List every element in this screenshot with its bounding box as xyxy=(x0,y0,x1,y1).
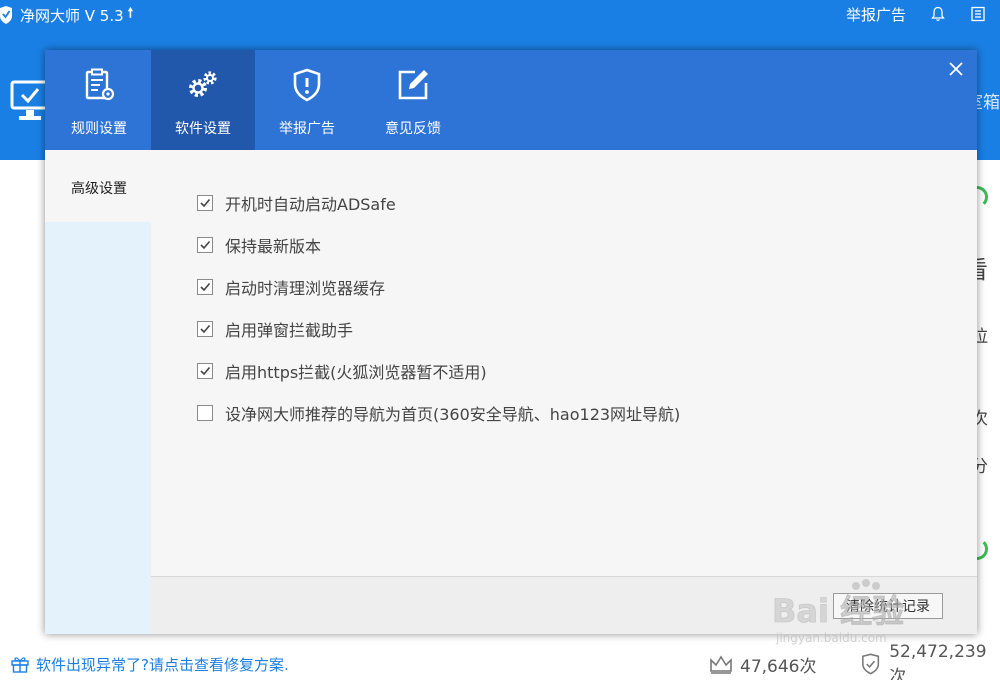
checkbox[interactable] xyxy=(197,237,213,253)
option-label: 启动时清理浏览器缓存 xyxy=(225,279,386,298)
gift-icon xyxy=(11,657,29,673)
option-popup-blocker[interactable]: 启用弹窗拦截助手 xyxy=(197,318,680,340)
repair-help-text: 软件出现异常了?请点击查看修复方案. xyxy=(36,655,289,674)
bell-icon[interactable] xyxy=(930,6,946,22)
clear-stats-button[interactable]: 清除统计记录 xyxy=(833,593,943,619)
stat-value-1: 47,646次 xyxy=(740,656,817,677)
shield-alert-icon xyxy=(293,68,321,102)
shield-check-icon xyxy=(862,653,880,675)
tab-software-settings[interactable]: 软件设置 xyxy=(151,50,255,150)
menu-list-icon[interactable] xyxy=(970,6,986,22)
stat-count-2: 52,472,239次 xyxy=(858,642,1000,680)
checkbox[interactable] xyxy=(197,405,213,421)
tab-label: 规则设置 xyxy=(71,121,127,137)
option-label: 开机时自动启动ADSafe xyxy=(225,195,396,214)
checkbox[interactable] xyxy=(197,195,213,211)
check-icon xyxy=(200,282,211,292)
settings-dialog: 规则设置 软件设置 举报广告 意见反馈 高级设置 开机时自动启动ADSafe 保… xyxy=(45,50,977,634)
gears-icon xyxy=(189,71,217,97)
option-homepage-nav[interactable]: 设净网大师推荐的导航为首页(360安全导航、hao123网址导航) xyxy=(197,402,680,424)
option-autostart[interactable]: 开机时自动启动ADSafe xyxy=(197,192,680,214)
checkbox[interactable] xyxy=(197,321,213,337)
update-arrow-icon[interactable]: 🠕 xyxy=(128,4,134,26)
checkbox[interactable] xyxy=(197,363,213,379)
option-label: 启用https拦截(火狐浏览器暂不适用) xyxy=(225,363,487,382)
report-ad-link[interactable]: 举报广告 xyxy=(846,4,906,25)
clipboard-gear-icon xyxy=(85,68,115,101)
options-list: 开机时自动启动ADSafe 保持最新版本 启动时清理浏览器缓存 启用弹窗拦截助手… xyxy=(197,192,680,444)
tab-report-ads[interactable]: 举报广告 xyxy=(255,50,359,150)
content-footer: 清除统计记录 xyxy=(151,576,977,634)
tab-label: 举报广告 xyxy=(279,121,335,137)
app-title-bar: 净网大师 V 5.3 🠕 xyxy=(0,4,133,26)
dialog-header: 规则设置 软件设置 举报广告 意见反馈 xyxy=(45,50,977,150)
check-icon xyxy=(200,366,211,376)
monitor-check-icon xyxy=(10,80,50,120)
close-icon[interactable] xyxy=(945,58,967,80)
check-icon xyxy=(200,198,211,208)
stat-value-2: 52,472,239次 xyxy=(889,641,987,680)
app-footer: 软件出现异常了?请点击查看修复方案. 47,646次 52,472,239次 xyxy=(0,642,1000,680)
settings-sidebar: 高级设置 xyxy=(45,150,151,634)
settings-content: 开机时自动启动ADSafe 保持最新版本 启动时清理浏览器缓存 启用弹窗拦截助手… xyxy=(151,150,977,576)
sidebar-item-advanced[interactable]: 高级设置 xyxy=(45,150,151,222)
option-keep-latest[interactable]: 保持最新版本 xyxy=(197,234,680,256)
app-title: 净网大师 V 5.3 xyxy=(20,6,124,25)
option-label: 保持最新版本 xyxy=(225,237,322,256)
edit-icon xyxy=(398,70,428,100)
stat-count-1: 47,646次 xyxy=(708,652,816,677)
tab-rule-settings[interactable]: 规则设置 xyxy=(47,50,151,150)
option-label: 启用弹窗拦截助手 xyxy=(225,321,354,340)
checkbox[interactable] xyxy=(197,279,213,295)
check-icon xyxy=(200,240,211,250)
option-label: 设净网大师推荐的导航为首页(360安全导航、hao123网址导航) xyxy=(225,405,681,424)
check-icon xyxy=(200,324,211,334)
shield-logo-icon xyxy=(0,6,12,24)
option-https-block[interactable]: 启用https拦截(火狐浏览器暂不适用) xyxy=(197,360,680,382)
option-clear-cache[interactable]: 启动时清理浏览器缓存 xyxy=(197,276,680,298)
tab-label: 意见反馈 xyxy=(385,121,441,137)
repair-help-link[interactable]: 软件出现异常了?请点击查看修复方案. xyxy=(10,654,289,675)
tab-feedback[interactable]: 意见反馈 xyxy=(361,50,465,150)
tab-label: 软件设置 xyxy=(175,121,231,137)
crown-icon xyxy=(710,655,732,674)
